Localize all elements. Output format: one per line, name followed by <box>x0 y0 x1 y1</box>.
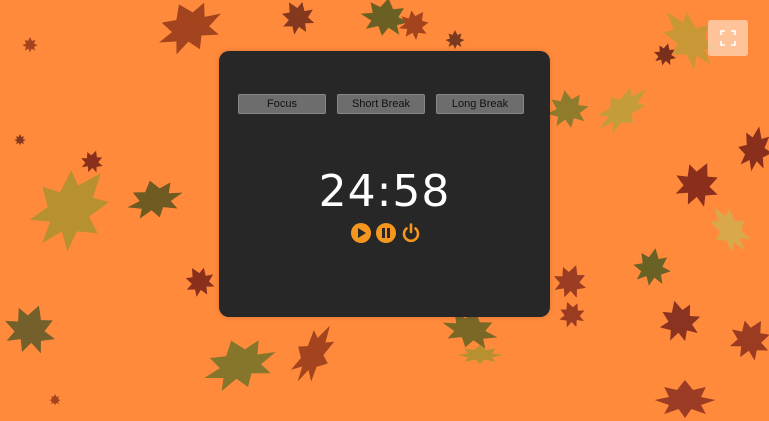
mode-tabs: Focus Short Break Long Break <box>238 94 525 114</box>
app-stage: Focus Short Break Long Break 24:58 <box>0 0 769 421</box>
fullscreen-button[interactable] <box>708 20 748 56</box>
timer-display: 24:58 <box>318 166 451 217</box>
timer-controls <box>350 222 422 244</box>
play-icon[interactable] <box>350 222 372 244</box>
pause-icon[interactable] <box>375 222 397 244</box>
fullscreen-icon <box>720 30 736 46</box>
power-icon[interactable] <box>400 222 422 244</box>
focus-mode-button[interactable]: Focus <box>238 94 326 114</box>
long-break-mode-button[interactable]: Long Break <box>436 94 524 114</box>
pomodoro-panel: Focus Short Break Long Break 24:58 <box>219 51 550 317</box>
short-break-mode-button[interactable]: Short Break <box>337 94 425 114</box>
